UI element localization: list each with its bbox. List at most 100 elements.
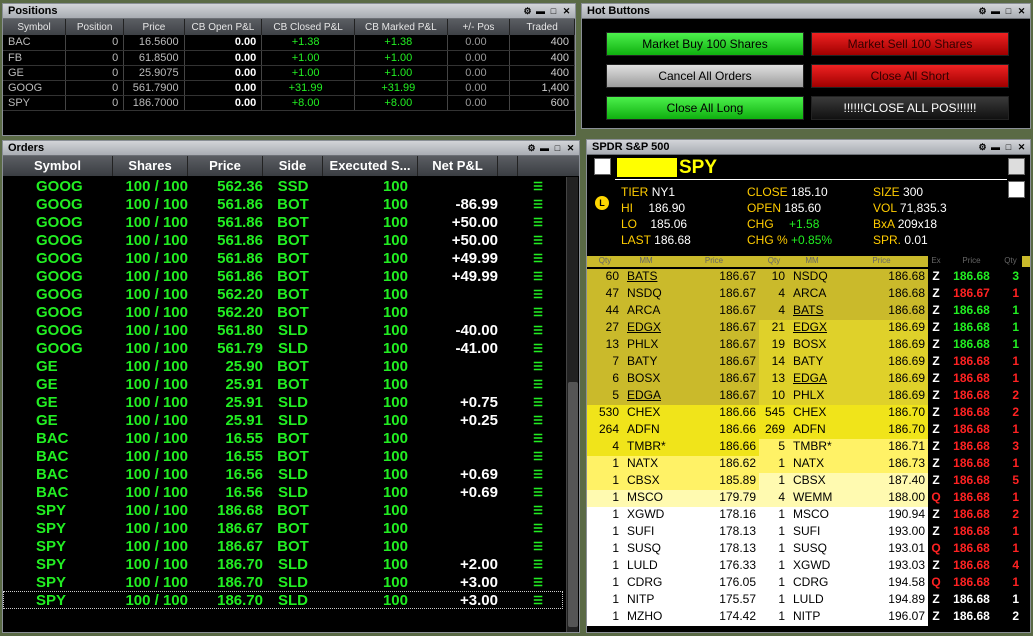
column-header[interactable]: Qty [587,256,623,267]
column-header[interactable]: Side [263,156,323,176]
bid-side[interactable]: 1 LULD 176.33 [587,558,759,575]
order-row[interactable]: BAC 100 / 100 16.55 BOT 100 ☰ [3,429,563,447]
row-menu-icon[interactable]: ☰ [498,252,543,265]
row-menu-icon[interactable]: ☰ [498,396,543,409]
ask-side[interactable]: 1 NITP 196.07 [759,609,928,626]
settings-icon[interactable]: ⚙ [526,143,537,154]
row-menu-icon[interactable]: ☰ [498,576,543,589]
bid-side[interactable]: 1 NATX 186.62 [587,456,759,473]
order-row[interactable]: GE 100 / 100 25.91 SLD 100 +0.25 ☰ [3,411,563,429]
ask-side[interactable]: 1 MSCO 190.94 [759,507,928,524]
order-row[interactable]: GOOG 100 / 100 561.86 BOT 100 +50.00 ☰ [3,213,563,231]
column-header[interactable]: Qty [759,256,789,267]
bid-side[interactable]: 1 XGWD 178.16 [587,507,759,524]
hot-button[interactable]: Close All Long [606,96,804,120]
row-menu-icon[interactable]: ☰ [498,270,543,283]
bid-side[interactable]: 6 BOSX 186.67 [587,371,759,388]
row-menu-icon[interactable]: ☰ [498,378,543,391]
book-row[interactable]: 1 XGWD 178.16 1 MSCO 190.94 Z 186.68 2 [587,507,1030,524]
book-row[interactable]: 7 BATY 186.67 14 BATY 186.69 Z 186.68 1 [587,354,1030,371]
bid-side[interactable]: 7 BATY 186.67 [587,354,759,371]
close-icon[interactable]: ✕ [561,6,572,17]
maximize-icon[interactable]: □ [548,6,559,17]
column-header[interactable]: Shares [113,156,188,176]
column-header[interactable]: CB Open P&L [184,19,263,35]
row-menu-icon[interactable]: ☰ [498,360,543,373]
column-header[interactable]: +/- Pos [447,19,511,35]
row-menu-icon[interactable]: ☰ [498,288,543,301]
row-menu-icon[interactable]: ☰ [498,504,543,517]
settings-icon[interactable]: ⚙ [977,142,988,153]
ask-side[interactable]: 1 CDRG 194.58 [759,575,928,592]
table-row[interactable]: GOOG 0 561.7900 0.00 +31.99 +31.99 0.00 1,400 [3,80,575,96]
column-header[interactable]: Position [65,19,125,35]
bid-side[interactable]: 1 NITP 175.57 [587,592,759,609]
column-header[interactable]: Price [123,19,185,35]
ask-side[interactable]: 13 EDGA 186.69 [759,371,928,388]
column-header[interactable]: Net P&L [418,156,498,176]
bid-side[interactable]: 1 CBSX 185.89 [587,473,759,490]
ask-side[interactable]: 21 EDGX 186.69 [759,320,928,337]
order-row[interactable]: SPY 100 / 100 186.70 SLD 100 +2.00 ☰ [3,555,563,573]
order-row[interactable]: GE 100 / 100 25.90 BOT 100 ☰ [3,357,563,375]
column-header[interactable] [498,156,518,176]
order-row[interactable]: GOOG 100 / 100 562.20 BOT 100 ☰ [3,303,563,321]
ask-side[interactable]: 1 LULD 194.89 [759,592,928,609]
order-row[interactable]: GOOG 100 / 100 561.80 SLD 100 -40.00 ☰ [3,321,563,339]
scrollbar-thumb[interactable] [568,382,578,627]
bid-side[interactable]: 5 EDGA 186.67 [587,388,759,405]
bid-side[interactable]: 60 BATS 186.67 [587,269,759,286]
symbol-color-box[interactable] [617,158,677,177]
ask-side[interactable]: 5 TMBR* 186.71 [759,439,928,456]
book-row[interactable]: 6 BOSX 186.67 13 EDGA 186.69 Z 186.68 1 [587,371,1030,388]
level2-titlebar[interactable]: SPDR S&P 500 ⚙ ▬ □ ✕ [587,140,1030,155]
row-menu-icon[interactable]: ☰ [498,180,543,193]
book-row[interactable]: 1 MSCO 179.79 4 WEMM 188.00 Q 186.68 1 [587,490,1030,507]
maximize-icon[interactable]: □ [552,143,563,154]
hot-buttons-titlebar[interactable]: Hot Buttons ⚙ ▬ □ ✕ [582,4,1030,19]
settings-icon[interactable]: ⚙ [522,6,533,17]
table-row[interactable]: GE 0 25.9075 0.00 +1.00 +1.00 0.00 400 [3,65,575,81]
ask-side[interactable]: 10 PHLX 186.69 [759,388,928,405]
bid-side[interactable]: 1 CDRG 176.05 [587,575,759,592]
link-checkbox[interactable] [594,158,611,175]
book-row[interactable]: 13 PHLX 186.67 19 BOSX 186.69 Z 186.68 1 [587,337,1030,354]
ask-side[interactable]: 4 WEMM 188.00 [759,490,928,507]
settings-icon[interactable]: ⚙ [977,6,988,17]
row-menu-icon[interactable]: ☰ [498,306,543,319]
row-menu-icon[interactable]: ☰ [498,432,543,445]
row-menu-icon[interactable]: ☰ [498,522,543,535]
bid-side[interactable]: 1 MSCO 179.79 [587,490,759,507]
row-menu-icon[interactable]: ☰ [498,198,543,211]
row-menu-icon[interactable]: ☰ [498,216,543,229]
book-row[interactable]: 1 CBSX 185.89 1 CBSX 187.40 Z 186.68 5 [587,473,1030,490]
minimize-icon[interactable]: ▬ [990,6,1001,17]
bid-side[interactable]: 44 ARCA 186.67 [587,303,759,320]
row-menu-icon[interactable]: ☰ [498,594,543,607]
ask-side[interactable]: 4 BATS 186.68 [759,303,928,320]
book-row[interactable]: 1 CDRG 176.05 1 CDRG 194.58 Q 186.68 1 [587,575,1030,592]
book-row[interactable]: 264 ADFN 186.66 269 ADFN 186.70 Z 186.68 1 [587,422,1030,439]
row-menu-icon[interactable]: ☰ [498,234,543,247]
book-row[interactable]: 1 LULD 176.33 1 XGWD 193.03 Z 186.68 4 [587,558,1030,575]
bid-side[interactable]: 1 SUFI 178.13 [587,524,759,541]
minimize-icon[interactable]: ▬ [535,6,546,17]
orders-titlebar[interactable]: Orders ⚙ ▬ □ ✕ [3,141,579,156]
column-header[interactable]: MM [789,256,835,267]
book-row[interactable]: 530 CHEX 186.66 545 CHEX 186.70 Z 186.68 2 [587,405,1030,422]
ask-side[interactable]: 4 ARCA 186.68 [759,286,928,303]
column-header[interactable]: Ex [928,256,944,267]
book-row[interactable]: 4 TMBR* 186.66 5 TMBR* 186.71 Z 186.68 3 [587,439,1030,456]
order-row[interactable]: BAC 100 / 100 16.55 BOT 100 ☰ [3,447,563,465]
order-row[interactable]: BAC 100 / 100 16.56 SLD 100 +0.69 ☰ [3,465,563,483]
column-header[interactable]: Price [669,256,759,267]
symbol-label[interactable]: SPY [679,157,717,179]
ask-side[interactable]: 19 BOSX 186.69 [759,337,928,354]
ask-side[interactable]: 10 NSDQ 186.68 [759,269,928,286]
ask-side[interactable]: 1 SUSQ 193.01 [759,541,928,558]
column-header[interactable]: Executed S... [323,156,418,176]
order-row[interactable]: GOOG 100 / 100 561.86 BOT 100 +50.00 ☰ [3,231,563,249]
ask-side[interactable]: 1 NATX 186.73 [759,456,928,473]
chart-icon[interactable] [1008,158,1025,175]
ask-side[interactable]: 14 BATY 186.69 [759,354,928,371]
